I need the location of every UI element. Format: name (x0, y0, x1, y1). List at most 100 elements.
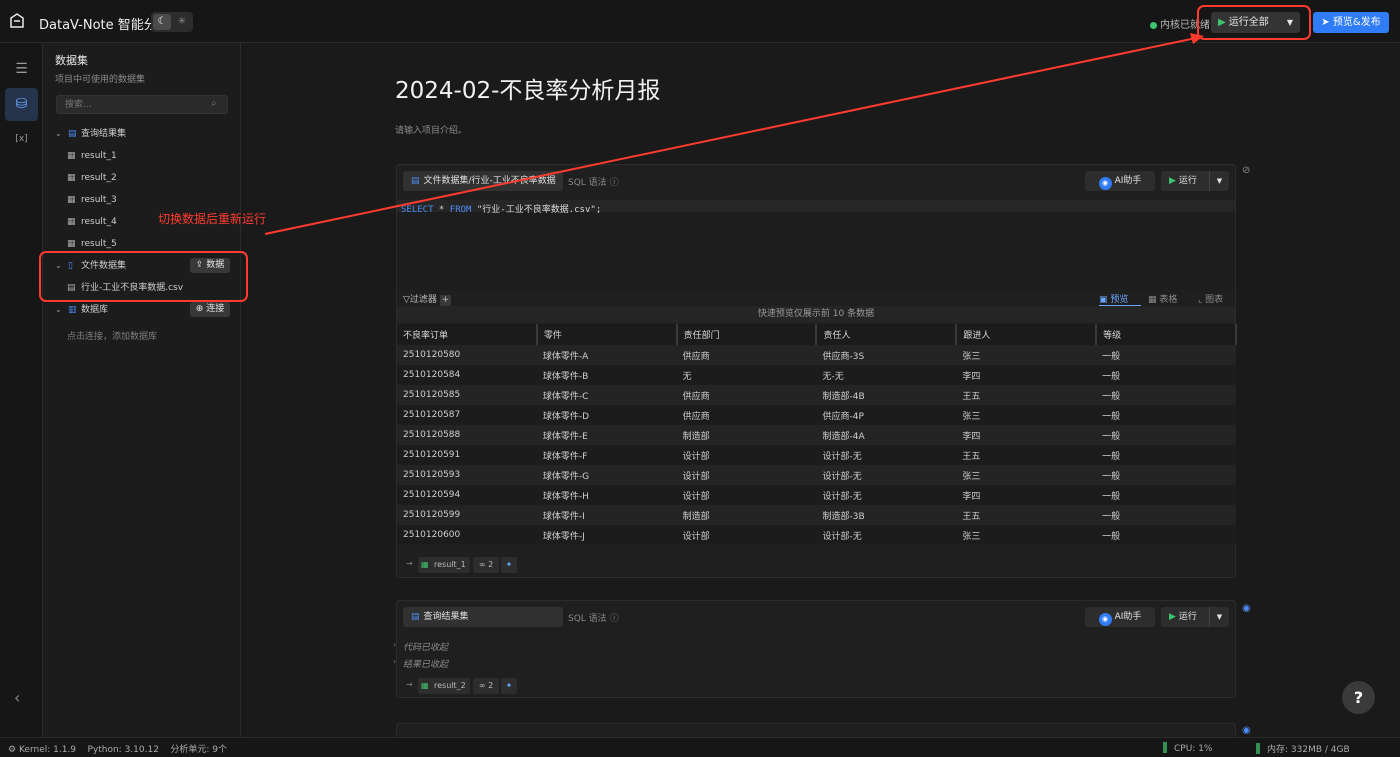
table-row: 2510120594 球体零件-H 设计部 设计部-无 李四 一般 (397, 485, 1236, 505)
code-collapsed-toggle[interactable]: › 代码已收起 (393, 640, 448, 653)
code-line[interactable]: SELECT * FROM "行业-工业不良率数据.csv"; (401, 202, 601, 215)
tab-chart[interactable]: ⌞ 图表 (1198, 292, 1223, 305)
tab-preview[interactable]: ▣ 预览 (1099, 292, 1128, 305)
sql-mode-label: SQL 语法 ⓘ (568, 175, 619, 188)
help-circle-icon[interactable]: ⓘ (610, 614, 619, 624)
tree-group-database[interactable]: ⌄ ▥ 数据库 ⊕ 连接 (43, 300, 240, 320)
result-chip[interactable]: ▦ result_2 (418, 678, 470, 694)
variables-icon[interactable]: [x] (5, 123, 38, 156)
chevron-down-icon[interactable]: ⌄ (55, 300, 62, 320)
result-collapsed-toggle[interactable]: › 结果已收起 (393, 657, 449, 670)
file-icon: ▤ (411, 176, 420, 186)
column-header[interactable]: 责任人 (816, 324, 958, 345)
tree-group-query-results[interactable]: ⌄ ▤ 查询结果集 (43, 124, 240, 144)
preview-publish-button[interactable]: ➤ 预览&发布 (1313, 12, 1389, 33)
result-chip[interactable]: ▦ result_1 (418, 557, 470, 573)
tree-item-result-5[interactable]: ▦ result_5 (43, 234, 240, 254)
csv-file-icon: ▤ (67, 283, 76, 293)
chevron-down-icon[interactable]: ⌄ (55, 256, 62, 276)
chevron-right-icon: › (393, 640, 397, 649)
tab-preview-label: 预览 (1110, 295, 1129, 305)
moon-icon[interactable]: ☾ (153, 14, 171, 30)
document-title[interactable]: 2024-02-不良率分析月报 (395, 71, 660, 105)
cell-source-tab[interactable]: ▤ 查询结果集 (403, 607, 563, 627)
tree-item-file-csv[interactable]: ▤ 行业-工业不良率数据.csv (43, 278, 240, 298)
ai-label: AI助手 (1114, 612, 1142, 622)
magic-wand-icon[interactable]: ✦ (501, 557, 517, 573)
home-logo-icon[interactable] (8, 12, 26, 30)
magic-wand-icon[interactable]: ✦ (501, 678, 517, 694)
eye-icon[interactable]: ◉ (1242, 725, 1251, 736)
cpu-label: CPU: 1% (1174, 744, 1213, 754)
tree-group-file-datasets[interactable]: ⌄ ▯ 文件数据集 ⇪ 数据 (43, 256, 240, 276)
annotation-text: 切换数据后重新运行 (158, 212, 267, 226)
upload-data-button[interactable]: ⇪ 数据 (190, 258, 230, 273)
run-cell-button[interactable]: ▶ 运行 ▼ (1161, 171, 1229, 191)
cell-source-tab[interactable]: ▤ 文件数据集/行业-工业不良率数据 (403, 171, 563, 191)
table-row: 2510120584 球体零件-B 无无-无 李四 一般 (397, 365, 1236, 385)
upload-icon: ⇪ (195, 260, 204, 270)
table-cell: 设计部-无 (816, 445, 957, 465)
column-header[interactable]: 责任部门 (676, 324, 818, 345)
table-cell: 设计部 (676, 485, 817, 505)
outline-icon[interactable]: ☰ (5, 53, 38, 86)
table-cell: 制造部-4A (816, 425, 957, 445)
play-icon: ▶ (1169, 176, 1176, 186)
tree-item-result-2[interactable]: ▦ result_2 (43, 168, 240, 188)
gear-icon[interactable]: ⚙ (8, 745, 16, 755)
sidebar-subtitle: 项目中可使用的数据集 (55, 75, 146, 85)
sql-cell-1: ▤ 文件数据集/行业-工业不良率数据 SQL 语法 ⓘ ◉ AI助手 ▶ 运行 ▼ SE… (396, 164, 1237, 578)
link-count-chip[interactable]: ∞ 2 (473, 678, 499, 694)
eye-icon[interactable]: ◉ (1242, 603, 1251, 614)
dataset-search-input[interactable] (56, 95, 228, 114)
table-row: 2510120593 球体零件-G 设计部 设计部-无 张三 一般 (397, 465, 1236, 485)
table-cell: 球体零件-C (536, 385, 677, 405)
chevron-down-icon[interactable]: ▼ (1209, 607, 1229, 627)
column-header[interactable]: 等级 (1096, 324, 1237, 345)
run-label: 运行 (1178, 612, 1197, 622)
table-cell: 设计部 (676, 465, 817, 485)
code-editor[interactable]: SELECT * FROM "行业-工业不良率数据.csv"; ▥ (397, 200, 1235, 320)
column-header[interactable]: 跟进人 (956, 324, 1098, 345)
add-filter-button[interactable]: + (439, 295, 451, 306)
result-collapsed-label: 结果已收起 (403, 660, 449, 670)
eye-off-icon[interactable]: ⊘ (1242, 165, 1250, 176)
theme-toggle[interactable]: ☾ ✳ (151, 12, 193, 32)
ai-assistant-button[interactable]: ◉ AI助手 (1085, 607, 1155, 627)
document-intro-field[interactable]: 请输入项目介绍。 (395, 123, 467, 136)
link-icon: ∞ (478, 681, 486, 690)
run-all-button[interactable]: ▶ 运行全部 ▼ (1211, 12, 1300, 33)
tree-item-result-3[interactable]: ▦ result_3 (43, 190, 240, 210)
database-icon[interactable]: ⛁ (5, 88, 38, 121)
run-cell-button[interactable]: ▶ 运行 ▼ (1161, 607, 1229, 627)
table-cell: 一般 (1096, 525, 1236, 545)
link-count: 2 (488, 681, 494, 690)
table-cell: 球体零件-F (536, 445, 677, 465)
table-cell: 2510120600 (397, 525, 537, 545)
tab-table[interactable]: ▦ 表格 (1148, 292, 1177, 305)
connect-database-button[interactable]: ⊕ 连接 (190, 302, 230, 317)
column-header[interactable]: 不良率订单 (397, 324, 538, 345)
sql-keyword: FROM (449, 205, 472, 215)
help-circle-icon[interactable]: ⓘ (610, 178, 619, 188)
table-cell: 张三 (956, 345, 1097, 365)
kernel-status-label: 内核已就绪 (1160, 20, 1210, 31)
table-cell: 李四 (956, 485, 1097, 505)
help-button[interactable]: ? (1342, 681, 1375, 714)
plus-circle-icon: ⊕ (195, 304, 204, 314)
chevron-down-icon[interactable]: ▼ (1209, 171, 1229, 191)
tree-item-result-1[interactable]: ▦ result_1 (43, 146, 240, 166)
column-header[interactable]: 零件 (536, 324, 678, 345)
chevron-down-icon[interactable]: ⌄ (55, 124, 62, 144)
filter-bar[interactable]: ▽过滤器 + (403, 292, 451, 306)
sun-icon[interactable]: ✳ (174, 14, 190, 30)
status-dot-icon (1150, 21, 1157, 29)
chevron-down-icon[interactable]: ▼ (1287, 12, 1293, 33)
ai-label: AI助手 (1114, 176, 1142, 186)
ai-assistant-button[interactable]: ◉ AI助手 (1085, 171, 1155, 191)
link-count-chip[interactable]: ∞ 2 (473, 557, 499, 573)
table-cell: 球体零件-A (536, 345, 677, 365)
preview-note: 快速预览仅展示前 10 条数据 (397, 306, 1235, 323)
collapse-panel-icon[interactable]: ‹ (14, 688, 20, 707)
table-cell: 2510120593 (397, 465, 537, 485)
